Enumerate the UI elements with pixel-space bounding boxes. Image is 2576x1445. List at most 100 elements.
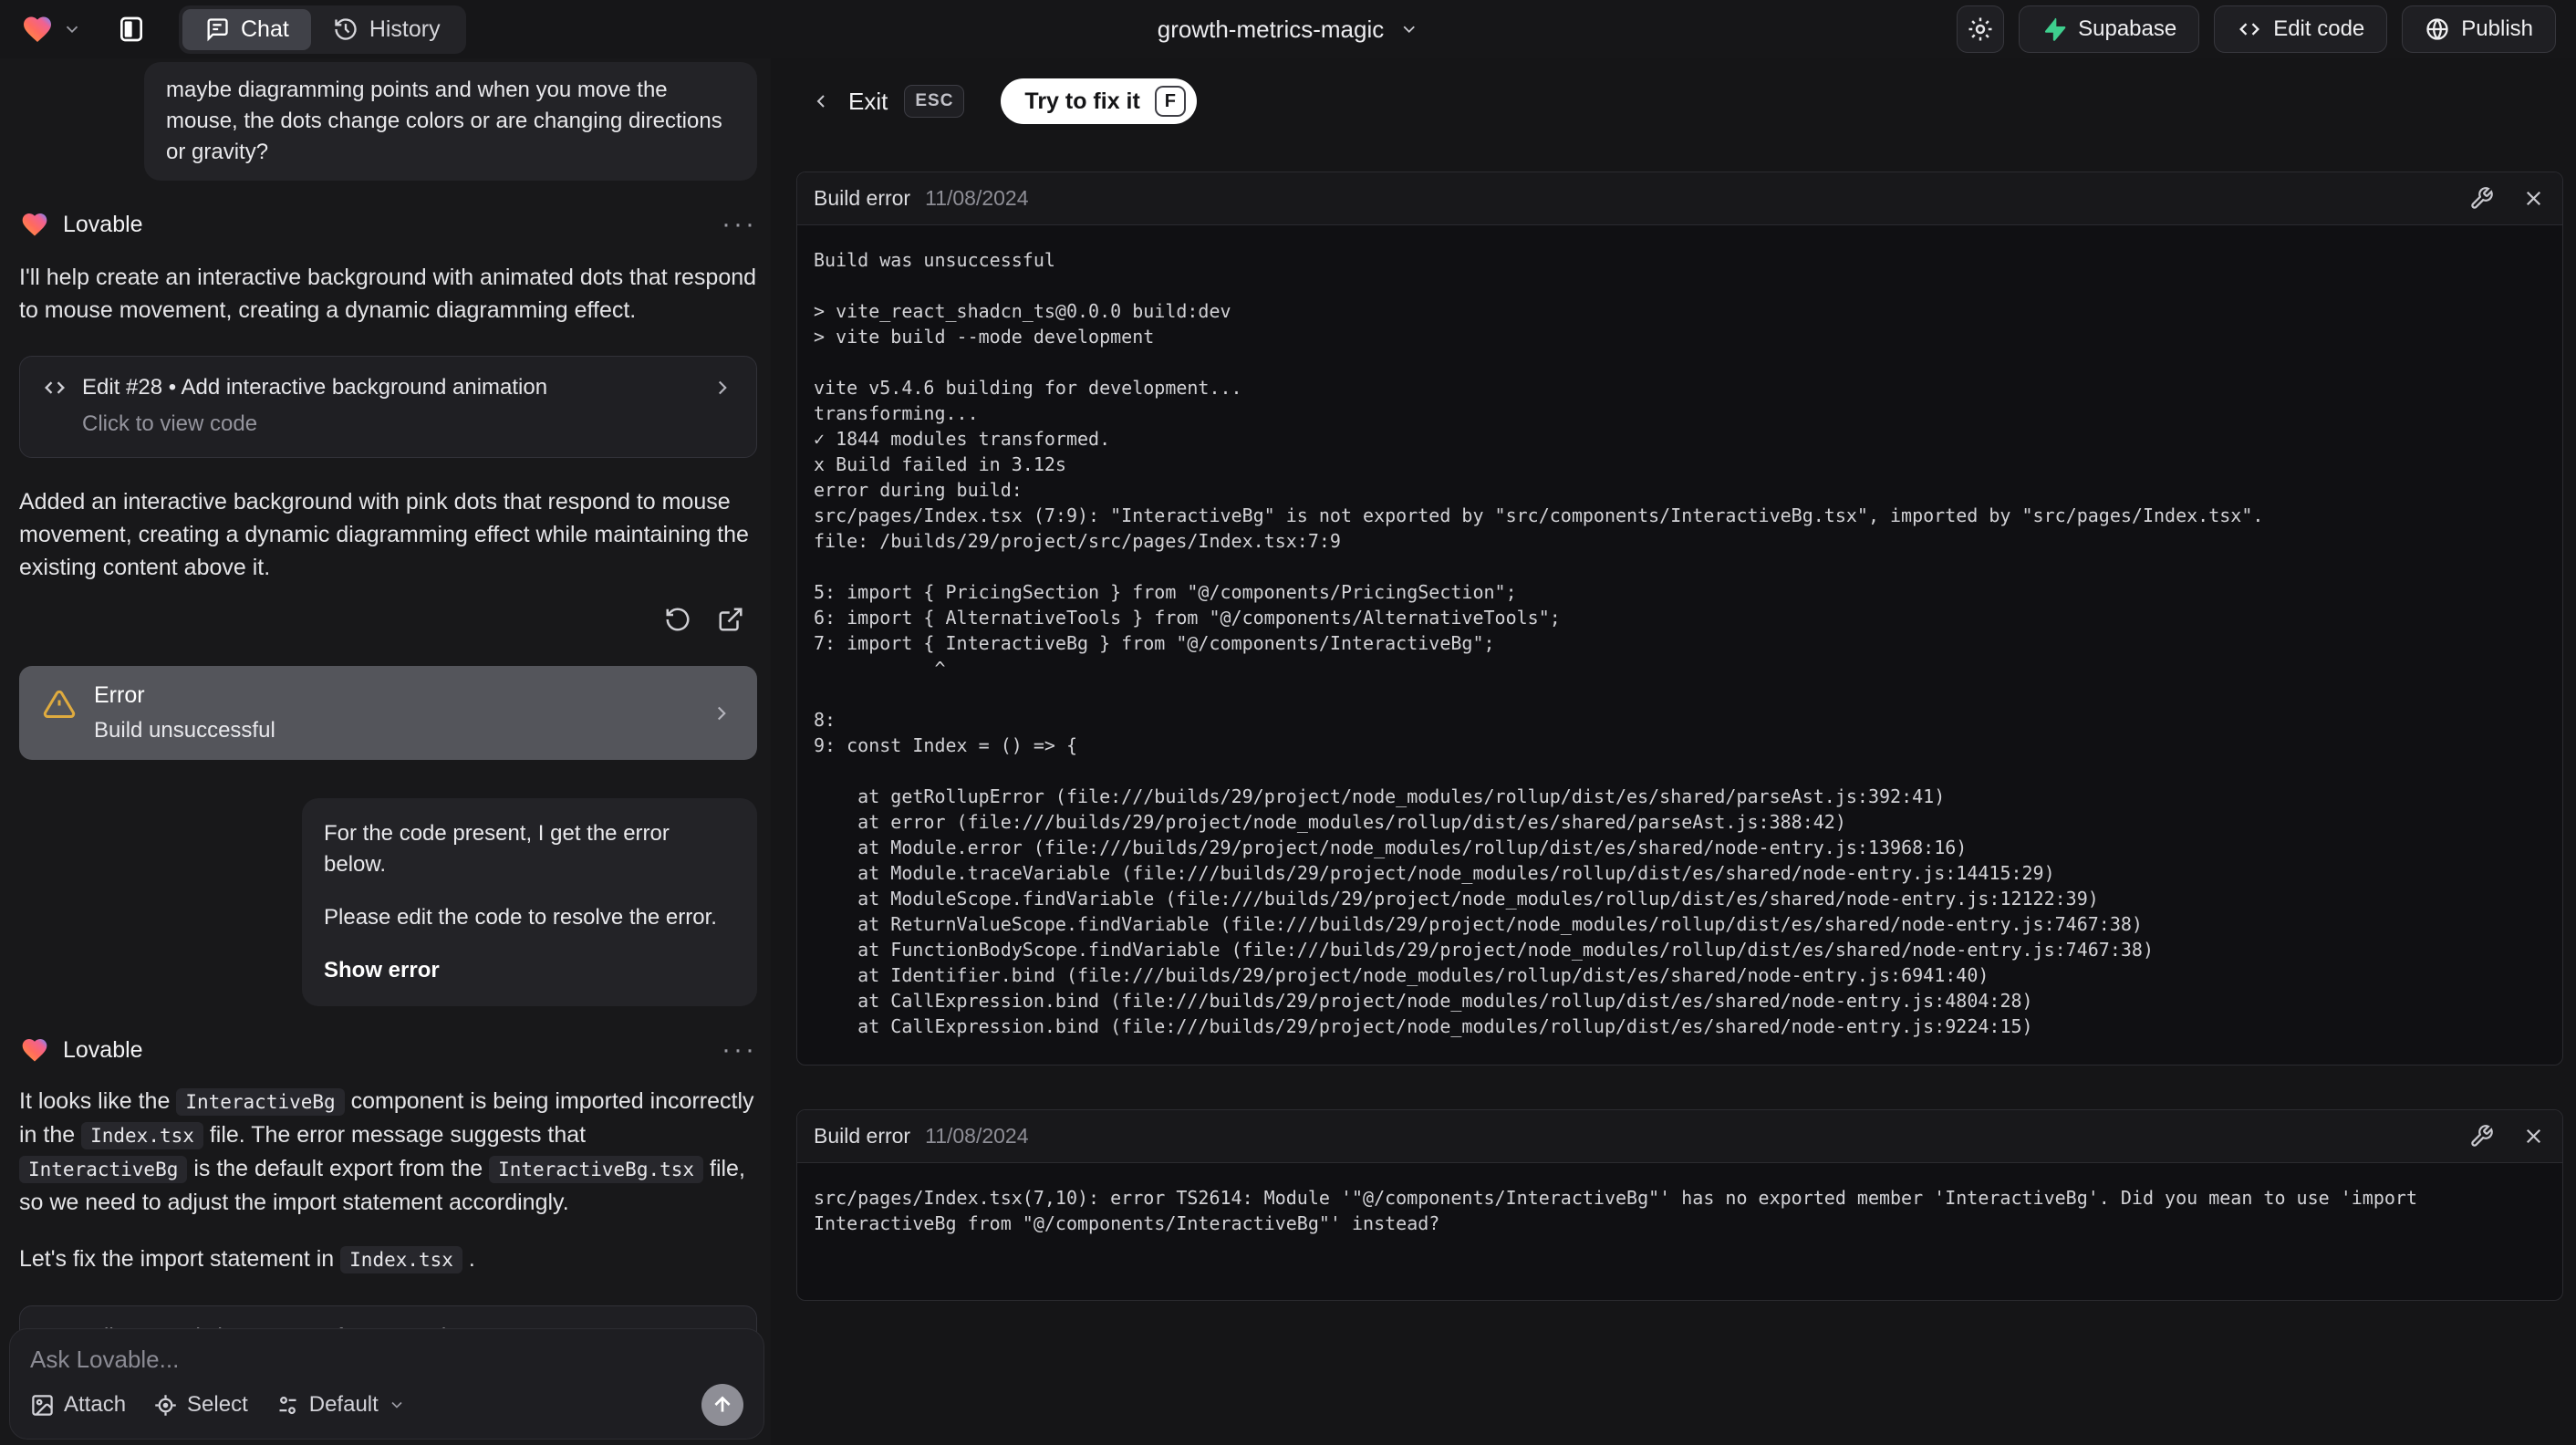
build-error-title: Build error bbox=[814, 186, 911, 210]
lovable-heart-icon bbox=[22, 213, 47, 236]
gear-icon bbox=[1968, 17, 1992, 41]
edit-card-subtitle: Click to view code bbox=[82, 411, 258, 436]
close-icon[interactable] bbox=[2521, 1124, 2546, 1149]
assistant-message-text: It looks like the InteractiveBg componen… bbox=[19, 1085, 757, 1219]
inline-code: InteractiveBg bbox=[19, 1156, 188, 1183]
build-error-title: Build error bbox=[814, 1124, 911, 1148]
show-error-link[interactable]: Show error bbox=[324, 955, 735, 986]
globe-icon bbox=[2426, 18, 2448, 40]
select-label: Select bbox=[187, 1392, 248, 1417]
attach-label: Attach bbox=[64, 1392, 127, 1417]
code-brackets-icon bbox=[2239, 23, 2260, 36]
supabase-label: Supabase bbox=[2078, 16, 2177, 41]
code-brackets-icon bbox=[45, 381, 65, 394]
send-button[interactable] bbox=[701, 1384, 743, 1426]
chevron-down-icon bbox=[66, 26, 78, 34]
error-card-subtitle: Build unsuccessful bbox=[94, 718, 275, 743]
chevron-right-icon bbox=[717, 706, 726, 720]
more-options-icon[interactable]: ··· bbox=[722, 211, 757, 238]
lovable-heart-icon bbox=[24, 16, 51, 43]
build-error-date: 11/08/2024 bbox=[925, 1124, 1029, 1148]
assistant-message-text: Added an interactive background with pin… bbox=[19, 489, 749, 580]
user-message-text: Please edit the code to resolve the erro… bbox=[324, 905, 717, 930]
publish-label: Publish bbox=[2461, 16, 2533, 41]
assistant-message-text: I'll help create an interactive backgrou… bbox=[19, 265, 757, 323]
select-button[interactable]: Select bbox=[153, 1392, 248, 1418]
topbar-actions: Supabase Edit code Publish bbox=[1957, 5, 2556, 53]
text-segment: Let's fix the import statement in bbox=[19, 1246, 341, 1272]
inline-code: Index.tsx bbox=[81, 1122, 203, 1149]
lovable-app: Chat History growth-metrics-magic Supaba… bbox=[0, 0, 2576, 1445]
attach-button[interactable]: Attach bbox=[30, 1392, 126, 1418]
exit-label: Exit bbox=[848, 87, 888, 115]
top-bar: Chat History growth-metrics-magic Supaba… bbox=[0, 0, 2576, 58]
supabase-icon bbox=[2045, 17, 2066, 41]
chevron-right-icon bbox=[718, 380, 727, 395]
sidebar-toggle-button[interactable] bbox=[108, 5, 155, 53]
assistant-message-header: Lovable ··· bbox=[19, 1035, 757, 1065]
sliders-icon bbox=[279, 1396, 296, 1414]
build-error-card[interactable]: Error Build unsuccessful bbox=[19, 666, 757, 760]
chat-history-tabs: Chat History bbox=[179, 5, 466, 54]
text-segment: It looks like the bbox=[19, 1088, 177, 1114]
edit-card-title: Edit #28 • Add interactive background an… bbox=[82, 375, 548, 400]
chevron-left-icon bbox=[816, 95, 825, 108]
chat-message-list[interactable]: maybe diagramming points and when you mo… bbox=[0, 58, 771, 1408]
assistant-name: Lovable bbox=[63, 211, 143, 237]
project-switcher[interactable]: growth-metrics-magic bbox=[1158, 16, 1419, 44]
build-error-header: Build error 11/08/2024 bbox=[797, 172, 2562, 225]
message-actions bbox=[19, 606, 744, 633]
edit-code-label: Edit code bbox=[2273, 16, 2365, 41]
target-icon bbox=[155, 1394, 176, 1416]
chat-input[interactable] bbox=[30, 1346, 743, 1384]
user-message-text: For the code present, I get the error be… bbox=[324, 821, 670, 877]
wrench-icon[interactable] bbox=[2469, 186, 2494, 211]
publish-button[interactable]: Publish bbox=[2402, 5, 2556, 53]
exit-button[interactable]: Exit ESC bbox=[810, 85, 965, 118]
text-segment: . bbox=[462, 1246, 475, 1272]
project-title: growth-metrics-magic bbox=[1157, 15, 1385, 43]
fix-label: Try to fix it bbox=[1024, 88, 1140, 114]
user-message: maybe diagramming points and when you mo… bbox=[144, 62, 757, 181]
assistant-message-text: Let's fix the import statement in Index.… bbox=[19, 1242, 757, 1276]
error-card-title: Error bbox=[94, 682, 145, 708]
f-key-badge: F bbox=[1154, 86, 1186, 117]
lovable-logo-menu[interactable] bbox=[20, 13, 82, 46]
user-message: For the code present, I get the error be… bbox=[302, 798, 757, 1006]
chat-composer: Attach Select Default bbox=[9, 1328, 764, 1440]
lovable-heart-icon bbox=[22, 1039, 47, 1062]
settings-button[interactable] bbox=[1957, 5, 2005, 53]
tab-history[interactable]: History bbox=[311, 9, 462, 50]
inline-code: InteractiveBg bbox=[176, 1088, 345, 1116]
error-panel-header: Exit ESC Try to fix it F bbox=[810, 78, 2576, 124]
esc-key-badge: ESC bbox=[904, 85, 965, 118]
chat-icon bbox=[207, 18, 228, 42]
wrench-icon[interactable] bbox=[2469, 1124, 2494, 1149]
build-error-header: Build error 11/08/2024 bbox=[797, 1110, 2562, 1163]
build-error-log-card: Build error 11/08/2024 Build was unsucce… bbox=[796, 172, 2563, 1066]
chevron-down-icon bbox=[391, 1401, 402, 1409]
edit-card-28[interactable]: Edit #28 • Add interactive background an… bbox=[19, 356, 757, 458]
build-error-date: 11/08/2024 bbox=[925, 186, 1029, 210]
build-error-log-card: Build error 11/08/2024 src/pages/Index.t… bbox=[796, 1109, 2563, 1301]
restore-icon[interactable] bbox=[664, 606, 691, 633]
build-error-log[interactable]: src/pages/Index.tsx(7,10): error TS2614:… bbox=[797, 1163, 2562, 1300]
panel-icon bbox=[120, 16, 142, 42]
image-icon bbox=[32, 1394, 53, 1416]
assistant-name: Lovable bbox=[63, 1036, 143, 1063]
inline-code: Index.tsx bbox=[340, 1246, 462, 1273]
try-to-fix-button[interactable]: Try to fix it F bbox=[1001, 78, 1197, 124]
chat-panel: maybe diagramming points and when you mo… bbox=[0, 58, 771, 1445]
mode-label: Default bbox=[308, 1392, 379, 1417]
supabase-button[interactable]: Supabase bbox=[2019, 5, 2200, 53]
build-error-log[interactable]: Build was unsuccessful > vite_react_shad… bbox=[797, 225, 2562, 1065]
edit-code-button[interactable]: Edit code bbox=[2214, 5, 2388, 53]
close-icon[interactable] bbox=[2521, 186, 2546, 211]
tab-chat[interactable]: Chat bbox=[182, 8, 311, 50]
open-external-icon[interactable] bbox=[717, 606, 744, 633]
assistant-message-header: Lovable ··· bbox=[19, 210, 757, 239]
more-options-icon[interactable]: ··· bbox=[722, 1036, 757, 1064]
warning-triangle-icon bbox=[43, 690, 76, 718]
mode-dropdown[interactable]: Default bbox=[275, 1392, 406, 1418]
chevron-down-icon bbox=[1403, 26, 1415, 34]
